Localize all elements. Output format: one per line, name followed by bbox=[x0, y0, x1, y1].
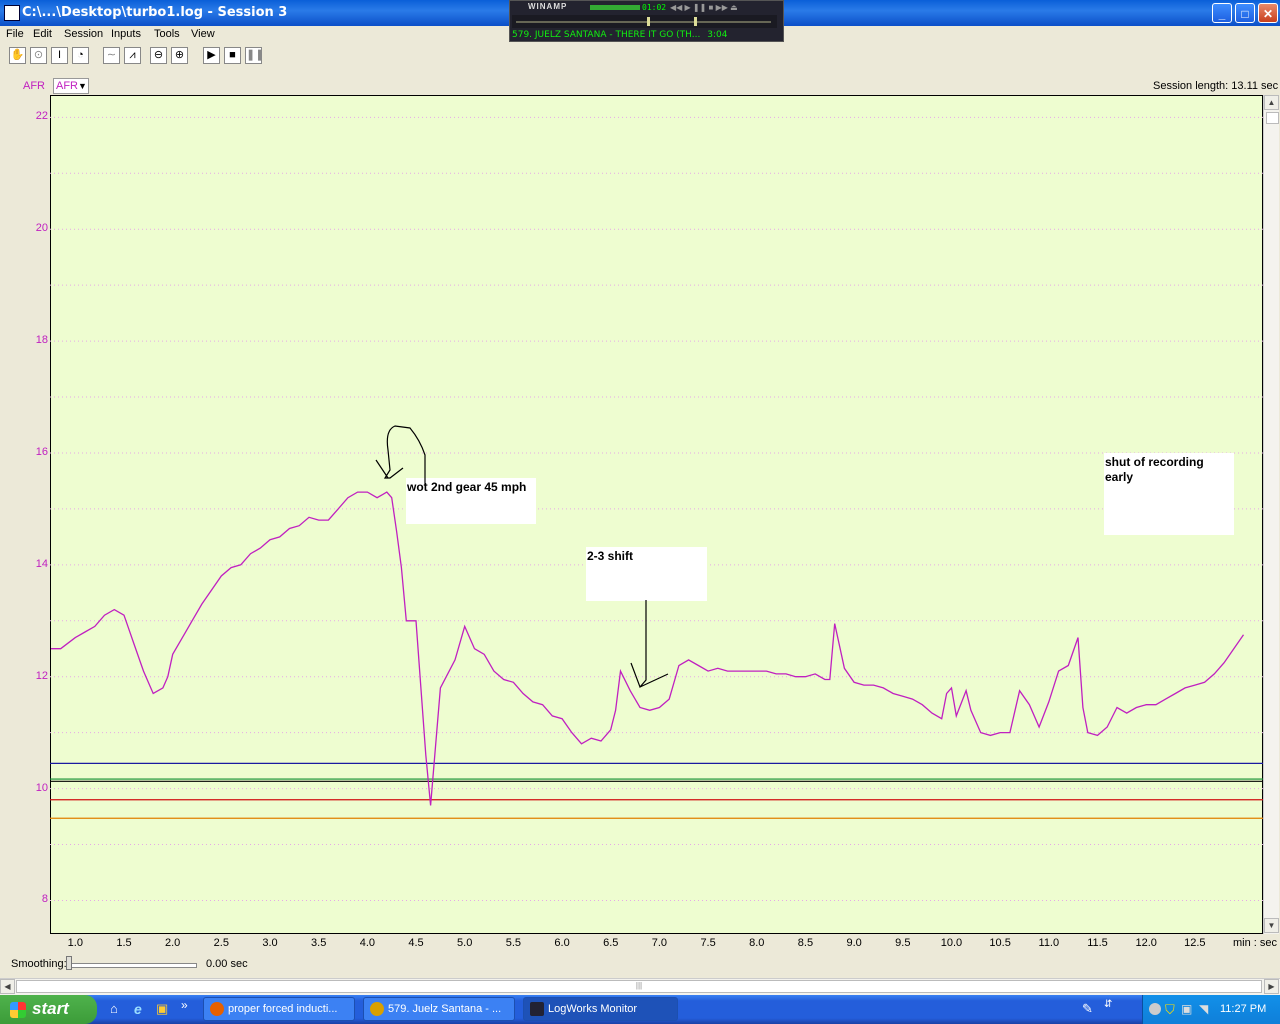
taskbar-clock: 11:27 PM bbox=[1220, 1003, 1267, 1015]
start-label: start bbox=[32, 999, 69, 1018]
smoothing-slider-thumb[interactable] bbox=[66, 956, 72, 970]
winamp-icon bbox=[370, 1002, 384, 1016]
network-icon[interactable]: ▣ bbox=[1181, 1002, 1192, 1016]
tray-expand-icon[interactable]: ⇵ bbox=[1104, 999, 1112, 1010]
shift-arrow bbox=[630, 600, 669, 689]
windows-logo-icon bbox=[10, 1002, 26, 1018]
wot-arrow bbox=[375, 425, 426, 485]
task-label: LogWorks Monitor bbox=[548, 1003, 638, 1015]
connection-icon[interactable]: ◥ bbox=[1199, 1002, 1208, 1016]
volume-icon[interactable] bbox=[1149, 1003, 1161, 1015]
annotation-arrows bbox=[375, 425, 669, 689]
scroll-right-icon[interactable]: ▶ bbox=[1264, 979, 1279, 994]
start-button[interactable]: start bbox=[0, 995, 97, 1024]
smoothing-label: Smoothing: bbox=[11, 958, 67, 970]
hscroll-thumb[interactable]: ||| bbox=[16, 980, 1262, 993]
show-desktop-icon[interactable]: ⌂ bbox=[110, 1001, 126, 1017]
task-label: proper forced inducti... bbox=[228, 1003, 338, 1015]
quicklaunch-more-icon[interactable]: » bbox=[181, 998, 188, 1012]
smoothing-slider-track[interactable] bbox=[68, 963, 197, 968]
task-winamp[interactable]: 579. Juelz Santana - ... bbox=[363, 997, 515, 1021]
task-logworks[interactable]: LogWorks Monitor bbox=[523, 997, 678, 1021]
task-firefox[interactable]: proper forced inducti... bbox=[203, 997, 355, 1021]
smoothing-value: 0.00 sec bbox=[206, 958, 248, 970]
security-shield-icon[interactable]: ⛉ bbox=[1165, 1002, 1175, 1018]
logworks-icon bbox=[530, 1002, 544, 1016]
internet-explorer-icon[interactable]: e bbox=[134, 1001, 150, 1017]
firefox-icon bbox=[210, 1002, 224, 1016]
pen-icon[interactable]: ✎ bbox=[1082, 1001, 1093, 1017]
media-player-icon[interactable]: ▣ bbox=[156, 1001, 172, 1017]
task-label: 579. Juelz Santana - ... bbox=[388, 1003, 502, 1015]
scroll-left-icon[interactable]: ◀ bbox=[0, 979, 15, 994]
horizontal-scrollbar[interactable]: ◀ ||| ▶ bbox=[0, 978, 1280, 995]
